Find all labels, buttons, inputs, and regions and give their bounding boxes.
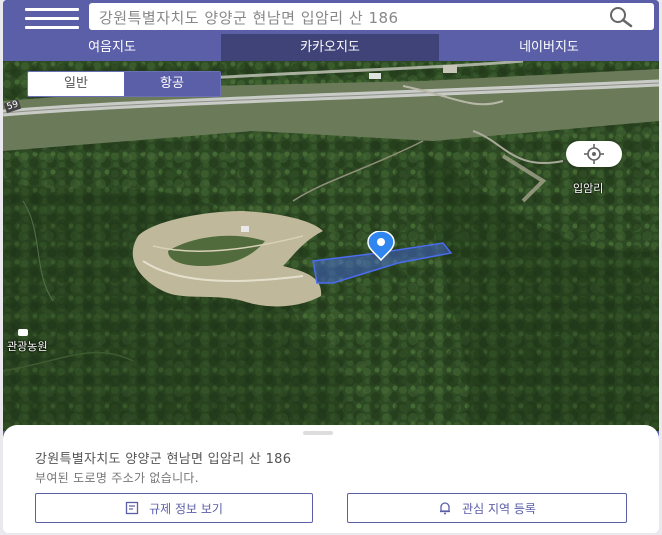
- info-sheet: 강원특별자치도 양양군 현남면 입암리 산 186 부여된 도로명 주소가 없습…: [3, 425, 659, 533]
- map-type-normal-button[interactable]: 일반: [28, 72, 124, 96]
- map-type-toggle: 일반 항공: [27, 71, 221, 97]
- top-bar: [3, 0, 659, 34]
- search-icon[interactable]: [606, 5, 636, 29]
- satellite-map[interactable]: 일반 항공 59 입암리 관광농원: [3, 61, 659, 431]
- farm-label: 관광농원: [7, 340, 48, 353]
- current-location-button[interactable]: [566, 141, 622, 167]
- view-regulation-label: 규제 정보 보기: [149, 501, 223, 516]
- crosshair-icon: [584, 144, 604, 164]
- sheet-drag-handle[interactable]: [303, 431, 333, 435]
- add-watch-area-label: 관심 지역 등록: [462, 501, 536, 516]
- road-address-note: 부여된 도로명 주소가 없습니다.: [35, 471, 199, 485]
- tab-kakao-map[interactable]: 카카오지도: [221, 34, 439, 61]
- search-box: [89, 3, 654, 30]
- tab-eum-map[interactable]: 여음지도: [3, 34, 221, 61]
- farm-marker-icon: [18, 329, 28, 336]
- menu-icon[interactable]: [25, 4, 79, 30]
- parcel-address: 강원특별자치도 양양군 현남면 입암리 산 186: [35, 452, 292, 467]
- bell-icon: [440, 502, 451, 515]
- add-watch-area-button[interactable]: 관심 지역 등록: [347, 493, 627, 523]
- app-frame: 여음지도 카카오지도 네이버지도: [3, 0, 659, 533]
- map-provider-tabs: 여음지도 카카오지도 네이버지도: [3, 34, 659, 61]
- location-pin-icon[interactable]: [365, 231, 397, 261]
- search-input[interactable]: [97, 6, 581, 29]
- map-type-satellite-button[interactable]: 항공: [124, 72, 220, 96]
- satellite-imagery: [3, 61, 659, 431]
- document-icon: [125, 501, 139, 515]
- village-label: 입암리: [573, 182, 604, 195]
- view-regulation-button[interactable]: 규제 정보 보기: [35, 493, 313, 523]
- tab-naver-map[interactable]: 네이버지도: [439, 34, 659, 61]
